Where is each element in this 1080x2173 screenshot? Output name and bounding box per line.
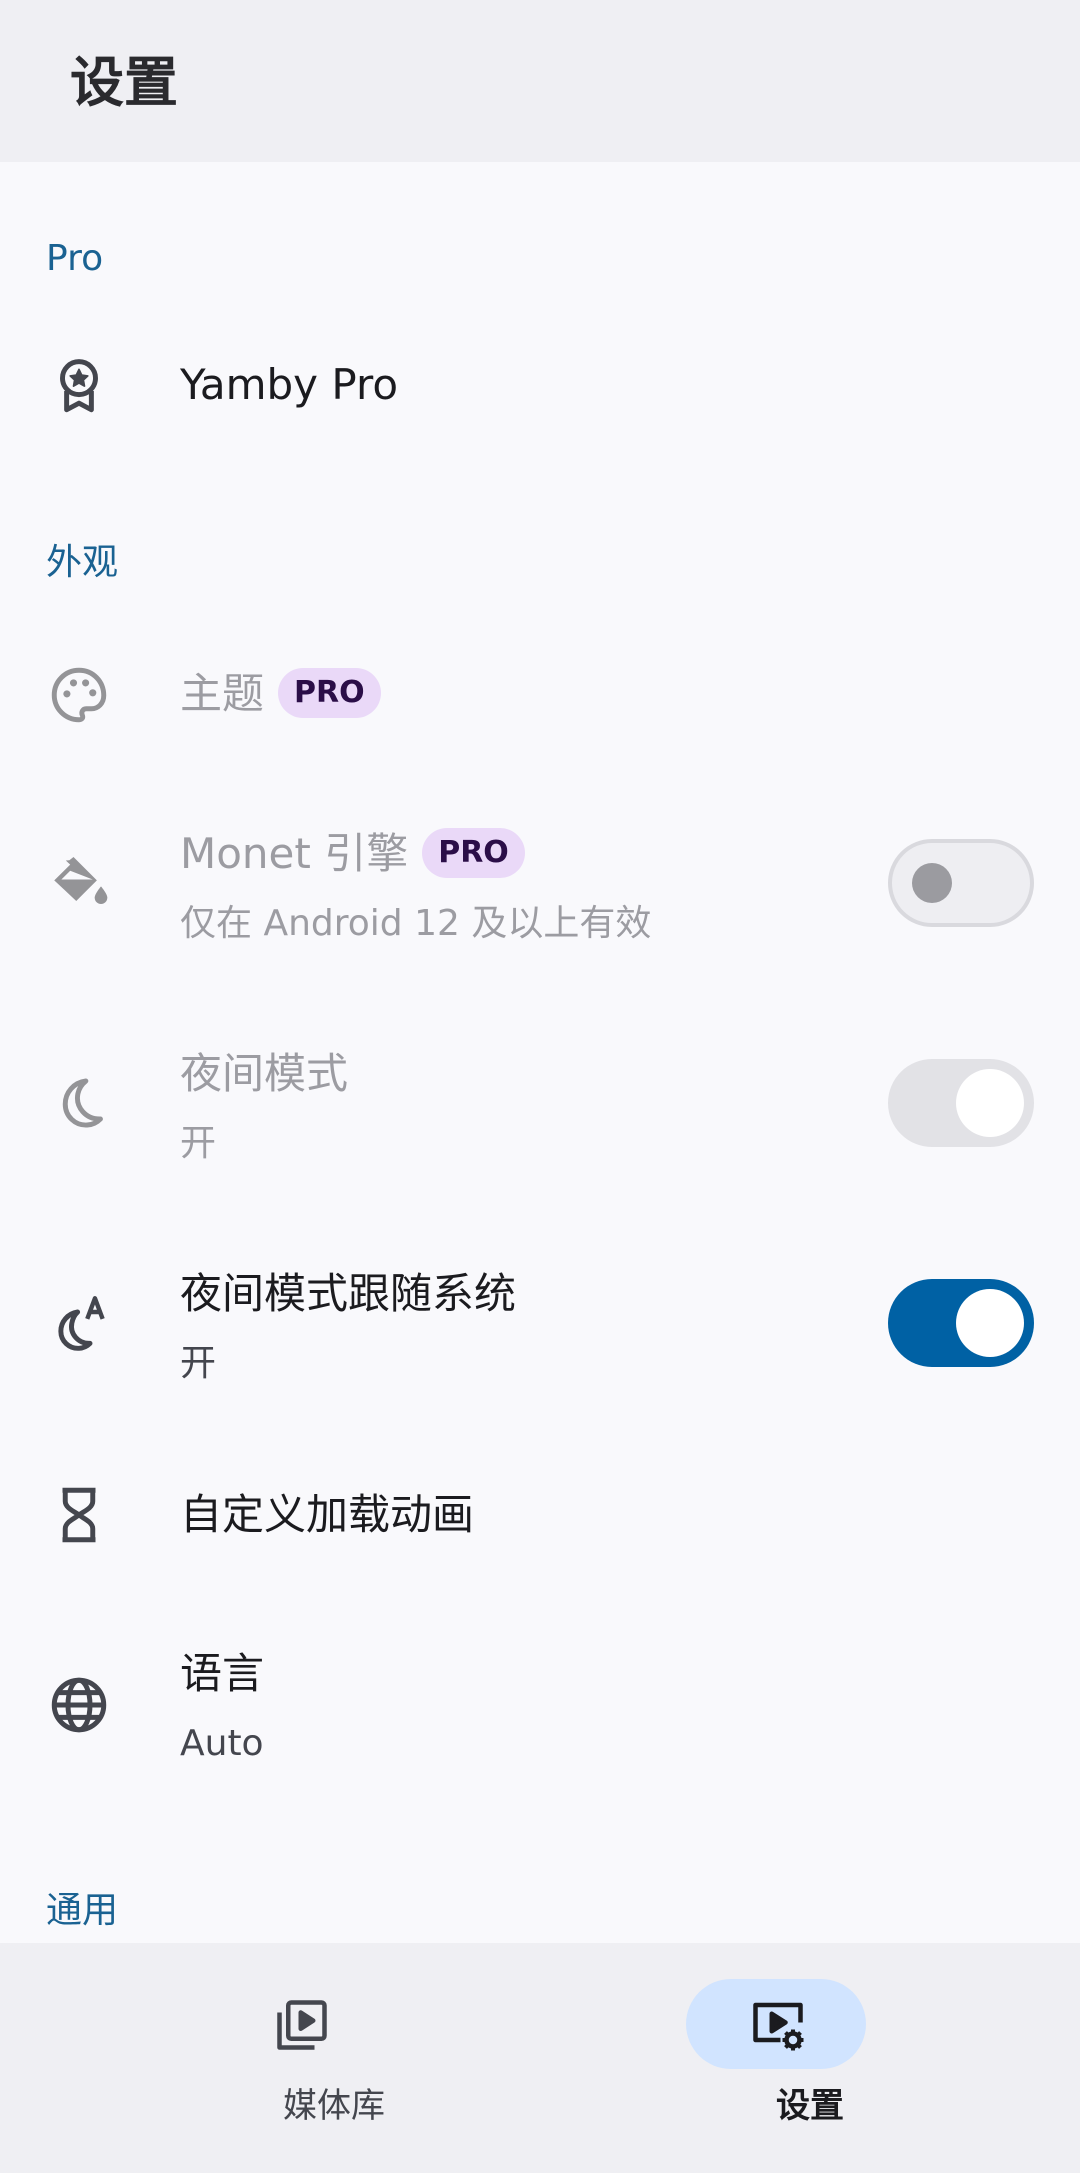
setting-yamby-pro[interactable]: Yamby Pro — [0, 320, 1080, 450]
setting-title: Monet 引擎 PRO — [180, 826, 525, 882]
hourglass-icon — [46, 1482, 112, 1548]
setting-monet-engine[interactable]: Monet 引擎 PRO 仅在 Android 12 及以上有效 — [0, 800, 1080, 970]
setting-title: 夜间模式 — [180, 1049, 349, 1098]
section-header-general: 通用 — [46, 1890, 119, 1931]
setting-title: 夜间模式跟随系统 — [180, 1269, 517, 1318]
setting-night-mode[interactable]: 夜间模式 开 — [0, 1020, 1080, 1190]
section-header-appearance: 外观 — [46, 542, 119, 583]
moon-icon — [46, 1070, 112, 1136]
night-mode-follow-switch[interactable] — [888, 1279, 1034, 1367]
switch-thumb — [912, 863, 952, 903]
paint-bucket-icon — [46, 852, 112, 918]
nav-media-library[interactable]: 媒体库 — [64, 1943, 604, 2173]
setting-title: 主题 PRO — [180, 666, 381, 722]
pro-badge: PRO — [422, 827, 525, 878]
setting-subtitle: 开 — [180, 1343, 217, 1384]
setting-language[interactable]: 语言 Auto — [0, 1620, 1080, 1790]
pro-badge: PRO — [278, 667, 381, 718]
page-title: 设置 — [70, 51, 178, 114]
setting-subtitle: Auto — [180, 1723, 264, 1764]
nav-label: 媒体库 — [283, 2086, 385, 2126]
setting-title: 自定义加载动画 — [180, 1490, 475, 1539]
setting-theme[interactable]: 主题 PRO — [0, 630, 1080, 760]
setting-title: 语言 — [180, 1649, 265, 1698]
switch-thumb — [956, 1289, 1024, 1357]
monet-engine-switch[interactable] — [888, 839, 1034, 927]
video-library-icon — [272, 1995, 332, 2055]
nav-label: 设置 — [776, 2086, 844, 2126]
night-mode-switch[interactable] — [888, 1059, 1034, 1147]
setting-custom-loading-animation[interactable]: 自定义加载动画 — [0, 1450, 1080, 1580]
setting-night-mode-follow-system[interactable]: 夜间模式跟随系统 开 — [0, 1240, 1080, 1410]
switch-thumb — [956, 1069, 1024, 1137]
nav-settings[interactable]: 设置 — [540, 1943, 1080, 2173]
app-bar: 设置 — [0, 0, 1080, 162]
video-settings-icon — [748, 1995, 808, 2055]
setting-title: Yamby Pro — [180, 360, 399, 409]
globe-icon — [46, 1672, 112, 1738]
moon-auto-icon — [46, 1290, 112, 1356]
award-badge-icon — [46, 352, 112, 418]
setting-subtitle: 开 — [180, 1123, 217, 1164]
setting-subtitle: 仅在 Android 12 及以上有效 — [180, 903, 652, 944]
section-header-pro: Pro — [46, 238, 104, 279]
palette-icon — [46, 662, 112, 728]
bottom-navigation: 媒体库 设置 — [0, 1943, 1080, 2173]
